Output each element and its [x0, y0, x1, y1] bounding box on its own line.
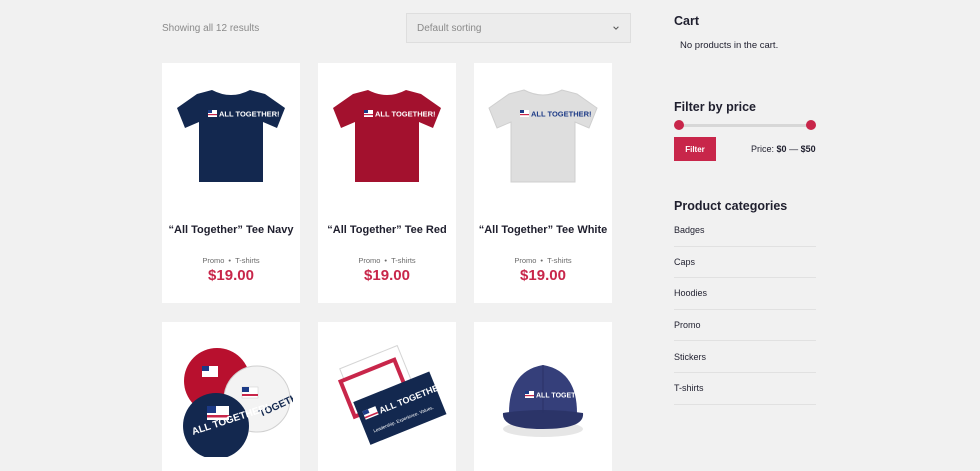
filter-button[interactable]: Filter: [674, 137, 716, 161]
sorting-select[interactable]: Default sorting: [406, 13, 631, 43]
category-item-promo[interactable]: Promo: [674, 310, 816, 342]
stickers-image: ALL TOGETHER! Leadership. Experience. Va…: [337, 344, 449, 445]
results-count: Showing all 12 results: [162, 23, 260, 34]
price-slider-min-handle[interactable]: [674, 120, 684, 130]
price-max: $50: [800, 144, 816, 154]
product-card[interactable]: ALL TOGETHER! “All Together” Tee White P…: [474, 63, 612, 303]
filter-price-title: Filter by price: [674, 100, 756, 114]
cart-title: Cart: [674, 14, 700, 28]
badges-image: TOGETHER! ALL TOGETHER!: [183, 347, 293, 457]
price-min: $0: [776, 144, 787, 154]
product-categories: Promo • T-shirts: [514, 256, 572, 265]
product-image[interactable]: ALL TOGETHER!: [162, 63, 300, 208]
category-item-t-shirts[interactable]: T-shirts: [674, 373, 816, 405]
product-category-link[interactable]: Promo: [202, 256, 224, 265]
product-category-link[interactable]: T-shirts: [391, 256, 416, 265]
cart-empty-message: No products in the cart.: [680, 40, 779, 51]
tshirt-navy-image: ALL TOGETHER!: [177, 89, 285, 182]
category-list: Badges Caps Hoodies Promo Stickers T-shi…: [674, 215, 816, 405]
product-categories-title: Product categories: [674, 199, 788, 213]
category-item-badges[interactable]: Badges: [674, 215, 816, 247]
chevron-down-icon: [613, 26, 619, 30]
product-categories: Promo • T-shirts: [358, 256, 416, 265]
product-card[interactable]: ALL TOGETHER! Leadership. Experience. Va…: [318, 322, 456, 471]
svg-text:ALL TOGETHER!: ALL TOGETHER!: [219, 109, 280, 118]
price-slider-max-handle[interactable]: [806, 120, 816, 130]
product-image[interactable]: ALL TOGETHER!: [474, 63, 612, 208]
category-item-stickers[interactable]: Stickers: [674, 341, 816, 373]
product-category-link[interactable]: Promo: [358, 256, 380, 265]
tshirt-white-image: ALL TOGETHER!: [488, 88, 598, 182]
product-card[interactable]: ALL TOGETHER! “All Together” Tee Navy Pr…: [162, 63, 300, 303]
svg-text:ALL TOGETHER!: ALL TOGETHER!: [536, 392, 593, 399]
product-price: $19.00: [364, 267, 410, 284]
product-title[interactable]: “All Together” Tee White: [478, 224, 608, 237]
product-category-link[interactable]: Promo: [514, 256, 536, 265]
price-slider-track[interactable]: [679, 124, 811, 127]
category-item-hoodies[interactable]: Hoodies: [674, 278, 816, 310]
product-image[interactable]: ALL TOGETHER!: [318, 63, 456, 208]
svg-text:ALL TOGETHER!: ALL TOGETHER!: [375, 109, 436, 118]
product-title[interactable]: “All Together” Tee Red: [322, 224, 452, 237]
product-categories: Promo • T-shirts: [202, 256, 260, 265]
product-image[interactable]: ALL TOGETHER! Leadership. Experience. Va…: [318, 322, 456, 467]
category-item-caps[interactable]: Caps: [674, 247, 816, 279]
product-price: $19.00: [208, 267, 254, 284]
price-label: Price:: [751, 144, 775, 154]
product-card[interactable]: TOGETHER! ALL TOGETHER!: [162, 322, 300, 471]
product-title[interactable]: “All Together” Tee Navy: [166, 224, 296, 237]
product-card[interactable]: ALL TOGETHER!: [474, 322, 612, 471]
price-separator: —: [789, 144, 799, 154]
product-category-link[interactable]: T-shirts: [235, 256, 260, 265]
product-image[interactable]: TOGETHER! ALL TOGETHER!: [162, 322, 300, 467]
price-range-label: Price: $0 — $50: [751, 144, 816, 154]
cap-navy-image: ALL TOGETHER!: [502, 364, 593, 437]
product-image[interactable]: ALL TOGETHER!: [474, 322, 612, 467]
tshirt-red-image: ALL TOGETHER!: [333, 89, 441, 182]
product-card[interactable]: ALL TOGETHER! “All Together” Tee Red Pro…: [318, 63, 456, 303]
svg-text:ALL TOGETHER!: ALL TOGETHER!: [531, 109, 592, 118]
sorting-select-value: Default sorting: [417, 22, 482, 34]
product-price: $19.00: [520, 267, 566, 284]
product-category-link[interactable]: T-shirts: [547, 256, 572, 265]
